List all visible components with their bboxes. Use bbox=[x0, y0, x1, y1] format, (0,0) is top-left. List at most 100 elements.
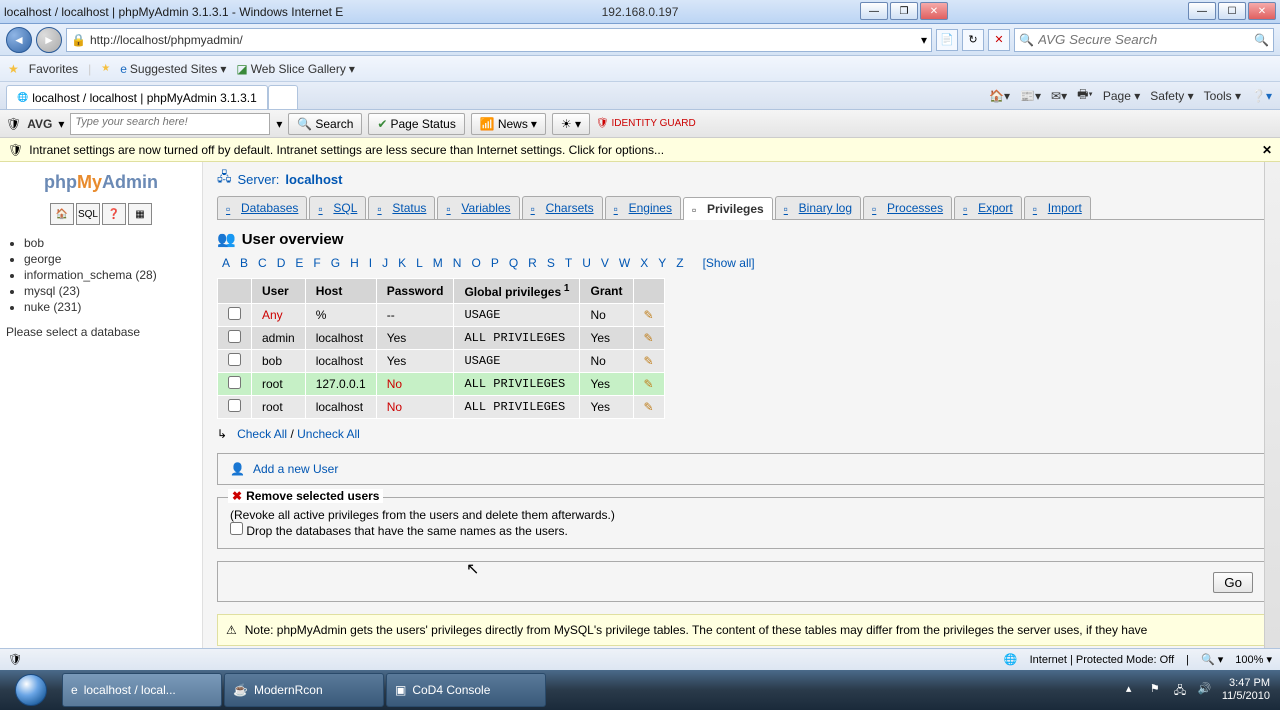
server-tab-binary-log[interactable]: ▫Binary log bbox=[775, 196, 861, 219]
start-button[interactable] bbox=[4, 672, 58, 708]
zoom-level[interactable]: 100% ▾ bbox=[1235, 653, 1272, 666]
close-button-secondary[interactable]: ✕ bbox=[920, 2, 948, 20]
tools-menu[interactable]: Tools ▾ bbox=[1204, 89, 1241, 103]
minimize-button[interactable]: — bbox=[1188, 2, 1216, 20]
feed-icon[interactable]: 📰▾ bbox=[1020, 89, 1041, 103]
db-item[interactable]: nuke (231) bbox=[24, 299, 202, 315]
row-checkbox[interactable] bbox=[228, 353, 241, 366]
edit-privs-icon[interactable]: ✎ bbox=[633, 396, 664, 419]
minimize-button-secondary[interactable]: — bbox=[860, 2, 888, 20]
alpha-C[interactable]: C bbox=[258, 256, 267, 270]
alpha-A[interactable]: A bbox=[222, 256, 230, 270]
forward-button[interactable]: ► bbox=[36, 27, 62, 53]
web-slice-link[interactable]: ◪ Web Slice Gallery ▾ bbox=[236, 62, 355, 76]
home-icon[interactable]: 🏠▾ bbox=[989, 89, 1010, 103]
taskbar-item[interactable]: ☕ModernRcon bbox=[224, 673, 384, 707]
taskbar-item[interactable]: ▣CoD4 Console bbox=[386, 673, 546, 707]
alpha-U[interactable]: U bbox=[582, 256, 591, 270]
uncheck-all-link[interactable]: Uncheck All bbox=[297, 427, 360, 441]
avg-type-search[interactable] bbox=[70, 113, 270, 135]
server-tab-export[interactable]: ▫Export bbox=[954, 196, 1022, 219]
avg-search-box[interactable]: 🔍 🔍 bbox=[1014, 28, 1274, 52]
alpha-E[interactable]: E bbox=[295, 256, 303, 270]
server-tab-processes[interactable]: ▫Processes bbox=[863, 196, 952, 219]
server-tab-engines[interactable]: ▫Engines bbox=[605, 196, 681, 219]
alpha-H[interactable]: H bbox=[350, 256, 359, 270]
weather-button[interactable]: ☀ ▾ bbox=[552, 113, 590, 135]
avg-search-input[interactable] bbox=[1038, 32, 1250, 47]
edit-privs-icon[interactable]: ✎ bbox=[633, 373, 664, 396]
zoom-dropdown[interactable]: 🔍 ▾ bbox=[1201, 653, 1223, 666]
refresh-button[interactable]: ↻ bbox=[962, 29, 984, 51]
col-user[interactable]: User bbox=[252, 279, 306, 304]
favorites-label[interactable]: Favorites bbox=[29, 62, 78, 76]
alpha-L[interactable]: L bbox=[416, 256, 423, 270]
taskbar-item[interactable]: elocalhost / local... bbox=[62, 673, 222, 707]
alpha-D[interactable]: D bbox=[277, 256, 286, 270]
browser-tab[interactable]: 🌐 localhost / localhost | phpMyAdmin 3.1… bbox=[6, 85, 268, 109]
query-icon[interactable]: ▦ bbox=[128, 203, 152, 225]
alpha-T[interactable]: T bbox=[565, 256, 572, 270]
alpha-V[interactable]: V bbox=[601, 256, 609, 270]
alpha-X[interactable]: X bbox=[640, 256, 648, 270]
alpha-R[interactable]: R bbox=[528, 256, 537, 270]
search-go-icon[interactable]: 🔍 bbox=[1254, 33, 1269, 47]
stop-button[interactable]: ✕ bbox=[988, 29, 1010, 51]
edit-privs-icon[interactable]: ✎ bbox=[633, 327, 664, 350]
server-tab-sql[interactable]: ▫SQL bbox=[309, 196, 366, 219]
tray-flag-icon[interactable]: ⚑ bbox=[1150, 682, 1166, 698]
alpha-P[interactable]: P bbox=[491, 256, 499, 270]
db-item[interactable]: mysql (23) bbox=[24, 283, 202, 299]
alpha-O[interactable]: O bbox=[471, 256, 480, 270]
help-icon[interactable]: ❔▾ bbox=[1251, 89, 1272, 103]
alpha-J[interactable]: J bbox=[382, 256, 388, 270]
db-item[interactable]: george bbox=[24, 251, 202, 267]
row-checkbox[interactable] bbox=[228, 376, 241, 389]
tray-vol-icon[interactable]: 🔊 bbox=[1198, 682, 1214, 698]
security-infobar[interactable]: 🛡 Intranet settings are now turned off b… bbox=[0, 138, 1280, 162]
row-checkbox[interactable] bbox=[228, 330, 241, 343]
alpha-N[interactable]: N bbox=[453, 256, 462, 270]
url-input[interactable] bbox=[90, 33, 917, 47]
docs-icon[interactable]: ❓ bbox=[102, 203, 126, 225]
col-grant[interactable]: Grant bbox=[580, 279, 633, 304]
tray-clock[interactable]: 3:47 PM 11/5/2010 bbox=[1222, 677, 1270, 703]
col-global-privileges[interactable]: Global privileges 1 bbox=[454, 279, 580, 304]
alpha-B[interactable]: B bbox=[240, 256, 248, 270]
maximize-button[interactable]: ☐ bbox=[1218, 2, 1246, 20]
sql-icon[interactable]: SQL bbox=[76, 203, 100, 225]
alpha-Z[interactable]: Z bbox=[676, 256, 683, 270]
server-tab-charsets[interactable]: ▫Charsets bbox=[522, 196, 603, 219]
tray-net-icon[interactable]: 🖧 bbox=[1174, 682, 1190, 698]
alpha-I[interactable]: I bbox=[369, 256, 372, 270]
edit-privs-icon[interactable]: ✎ bbox=[633, 350, 664, 373]
page-menu[interactable]: Page ▾ bbox=[1103, 89, 1140, 103]
page-status-button[interactable]: ✔ Page Status bbox=[368, 113, 464, 135]
compat-button[interactable]: 📄 bbox=[936, 29, 958, 51]
server-tab-status[interactable]: ▫Status bbox=[368, 196, 435, 219]
suggested-sites-link[interactable]: e Suggested Sites ▾ bbox=[120, 62, 226, 76]
back-button[interactable]: ◄ bbox=[6, 27, 32, 53]
show-all-link[interactable]: [Show all] bbox=[703, 256, 755, 270]
drop-db-label[interactable]: Drop the databases that have the same na… bbox=[230, 524, 568, 538]
alpha-M[interactable]: M bbox=[433, 256, 443, 270]
alpha-S[interactable]: S bbox=[547, 256, 555, 270]
print-icon[interactable]: 🖶▾ bbox=[1077, 85, 1093, 106]
alpha-Y[interactable]: Y bbox=[658, 256, 666, 270]
server-tab-databases[interactable]: ▫Databases bbox=[217, 196, 307, 219]
safety-menu[interactable]: Safety ▾ bbox=[1150, 89, 1193, 103]
avg-type-input[interactable] bbox=[75, 116, 265, 128]
mail-icon[interactable]: ✉▾ bbox=[1051, 89, 1067, 103]
row-checkbox[interactable] bbox=[228, 307, 241, 320]
col-password[interactable]: Password bbox=[376, 279, 454, 304]
server-name[interactable]: localhost bbox=[285, 172, 342, 187]
add-fav-icon[interactable]: ★ bbox=[101, 63, 110, 74]
restore-button-secondary[interactable]: ❐ bbox=[890, 2, 918, 20]
tray-up-icon[interactable]: ▴ bbox=[1126, 682, 1142, 698]
row-checkbox[interactable] bbox=[228, 399, 241, 412]
db-item[interactable]: information_schema (28) bbox=[24, 267, 202, 283]
home-icon[interactable]: 🏠 bbox=[50, 203, 74, 225]
scrollbar[interactable] bbox=[1264, 162, 1280, 648]
news-button[interactable]: 📶 News ▾ bbox=[471, 113, 546, 135]
db-item[interactable]: bob bbox=[24, 235, 202, 251]
